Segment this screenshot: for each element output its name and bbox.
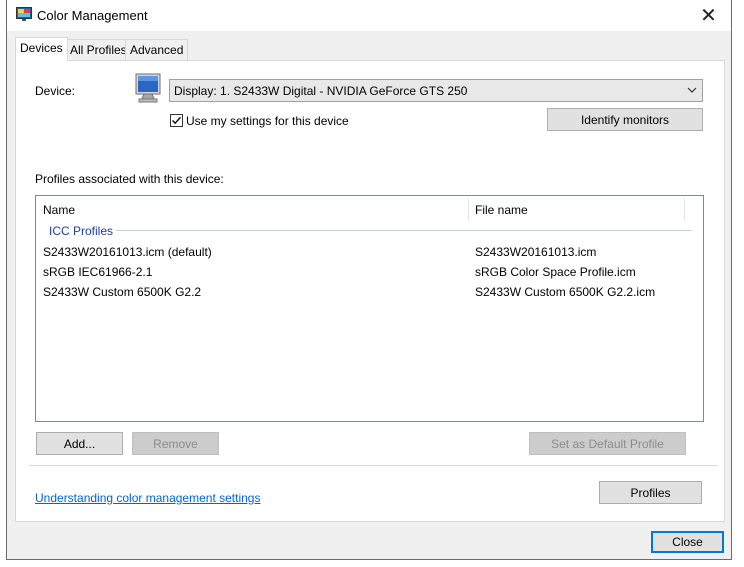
window-title: Color Management — [37, 8, 148, 23]
help-link[interactable]: Understanding color management settings — [35, 491, 260, 505]
profiles-section-label: Profiles associated with this device: — [35, 172, 224, 186]
device-select-value: Display: 1. S2433W Digital - NVIDIA GeFo… — [174, 84, 468, 98]
tab-advanced[interactable]: Advanced — [125, 39, 189, 60]
profile-name: S2433W20161013.icm (default) — [43, 245, 212, 259]
identify-monitors-button[interactable]: Identify monitors — [547, 108, 703, 131]
profile-file: sRGB Color Space Profile.icm — [475, 265, 636, 279]
button-label: Remove — [153, 436, 198, 451]
button-label: Profiles — [630, 485, 671, 500]
button-label: Set as Default Profile — [551, 436, 664, 451]
device-select[interactable]: Display: 1. S2433W Digital - NVIDIA GeFo… — [169, 79, 703, 102]
table-row[interactable]: sRGB IEC61966-2.1 sRGB Color Space Profi… — [37, 262, 702, 282]
add-button[interactable]: Add... — [36, 432, 123, 455]
use-my-settings-label[interactable]: Use my settings for this device — [186, 114, 349, 128]
chevron-down-icon — [686, 84, 698, 96]
table-row[interactable]: S2433W Custom 6500K G2.2 S2433W Custom 6… — [37, 282, 702, 302]
close-icon: ✕ — [700, 5, 717, 27]
group-divider — [116, 230, 692, 231]
set-default-profile-button[interactable]: Set as Default Profile — [529, 432, 686, 455]
button-label: Identify monitors — [580, 112, 670, 127]
profile-name: S2433W Custom 6500K G2.2 — [43, 285, 202, 299]
tab-devices[interactable]: Devices — [15, 37, 68, 61]
device-label: Device: — [35, 84, 76, 98]
use-my-settings-checkbox[interactable] — [170, 114, 183, 127]
profile-file: S2433W20161013.icm — [475, 245, 597, 259]
tab-all-profiles[interactable]: All Profiles — [65, 39, 132, 60]
separator — [29, 465, 718, 466]
close-window-button[interactable]: ✕ — [686, 0, 731, 31]
checkmark-icon — [171, 116, 182, 125]
tab-label: Devices — [20, 41, 63, 55]
tab-label: All Profiles — [70, 43, 127, 57]
profiles-button[interactable]: Profiles — [599, 481, 702, 504]
button-label: Close — [672, 535, 703, 549]
profiles-list[interactable]: Name File name ICC Profiles S2433W201610… — [35, 195, 704, 422]
profile-name: sRGB IEC61966-2.1 — [43, 265, 153, 279]
remove-button[interactable]: Remove — [132, 432, 219, 455]
group-header-icc-profiles: ICC Profiles — [49, 224, 114, 238]
column-header-name[interactable]: Name — [43, 203, 75, 217]
column-divider[interactable] — [684, 198, 685, 220]
column-divider[interactable] — [468, 198, 469, 220]
button-label: Add... — [63, 436, 96, 451]
table-row[interactable]: S2433W20161013.icm (default) S2433W20161… — [37, 242, 702, 262]
monitor-icon — [132, 73, 166, 105]
profile-file: S2433W Custom 6500K G2.2.icm — [475, 285, 656, 299]
color-management-icon — [16, 7, 32, 22]
tab-label: Advanced — [130, 43, 184, 57]
color-management-window: Color Management ✕ Devices All Profiles … — [6, 0, 732, 560]
column-header-file-name[interactable]: File name — [475, 203, 528, 217]
title-bar: Color Management ✕ — [7, 0, 731, 31]
close-button[interactable]: Close — [651, 531, 724, 553]
